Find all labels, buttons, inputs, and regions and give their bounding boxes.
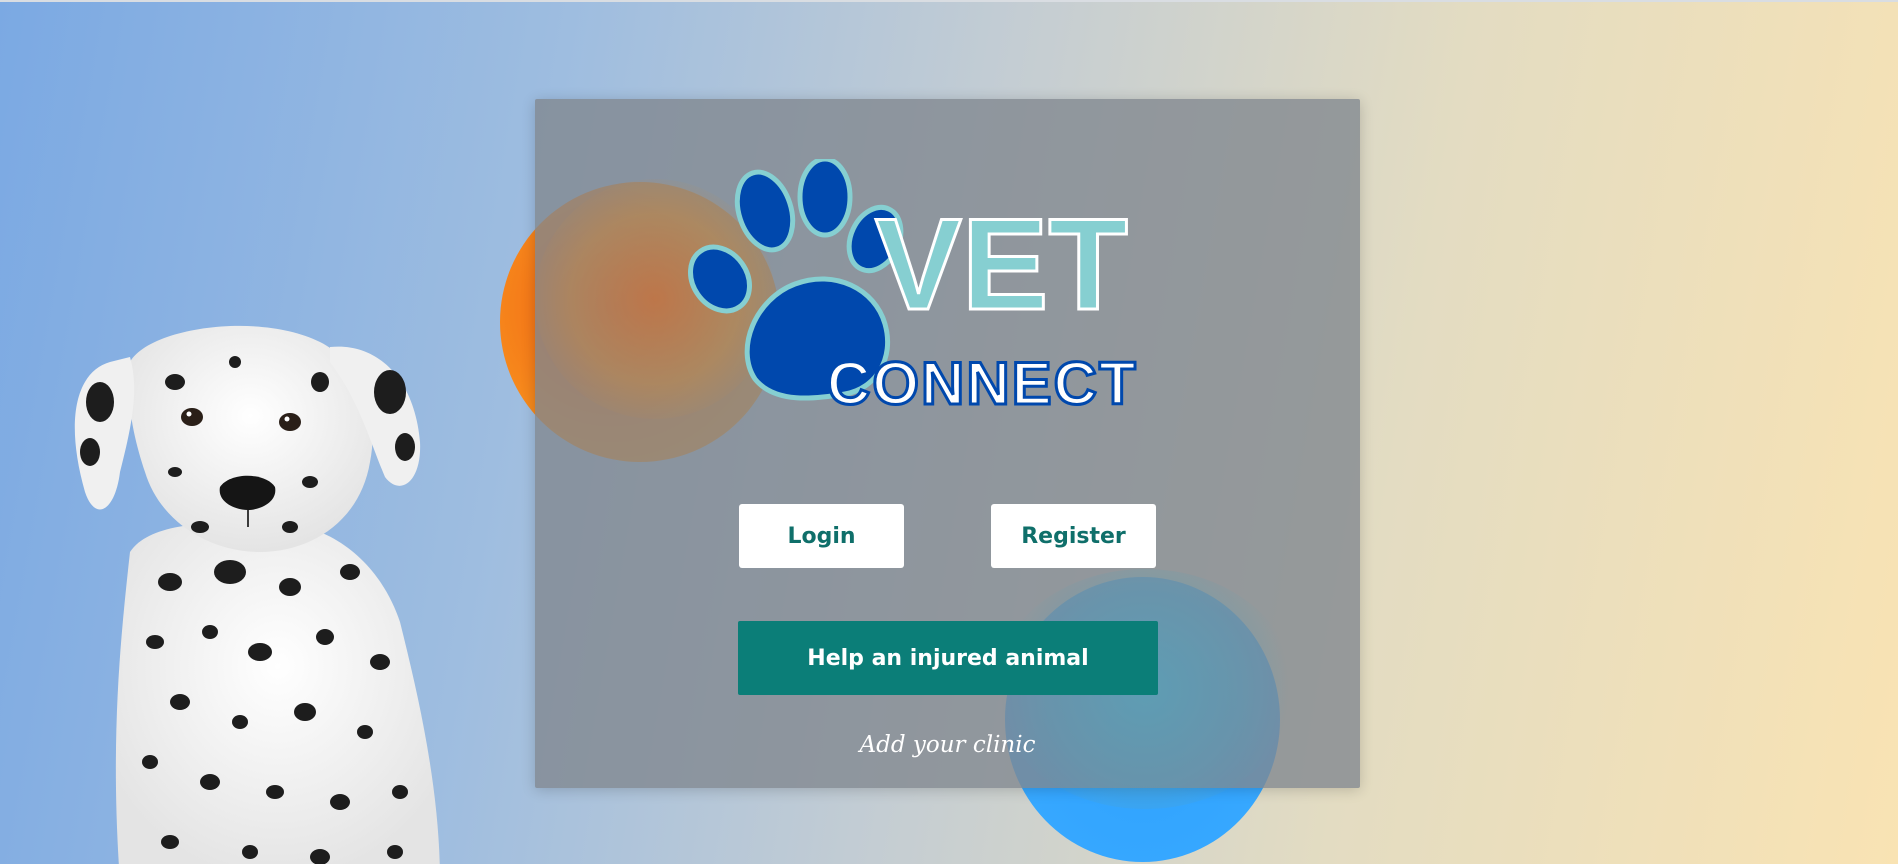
vetconnect-logo: VET CONNECT	[688, 159, 1138, 419]
welcome-card: VET CONNECT Login Register Help an injur…	[535, 99, 1360, 809]
register-button[interactable]: Register	[991, 504, 1156, 568]
add-clinic-link[interactable]: Add your clinic	[535, 732, 1360, 758]
login-button[interactable]: Login	[739, 504, 904, 568]
landing-page: VET CONNECT Login Register Help an injur…	[0, 0, 1898, 864]
logo-word-connect: CONNECT	[827, 350, 1138, 417]
dalmatian-puppy-image	[74, 325, 440, 864]
help-injured-animal-button[interactable]: Help an injured animal	[738, 621, 1158, 695]
logo-word-vet: VET	[875, 191, 1128, 337]
